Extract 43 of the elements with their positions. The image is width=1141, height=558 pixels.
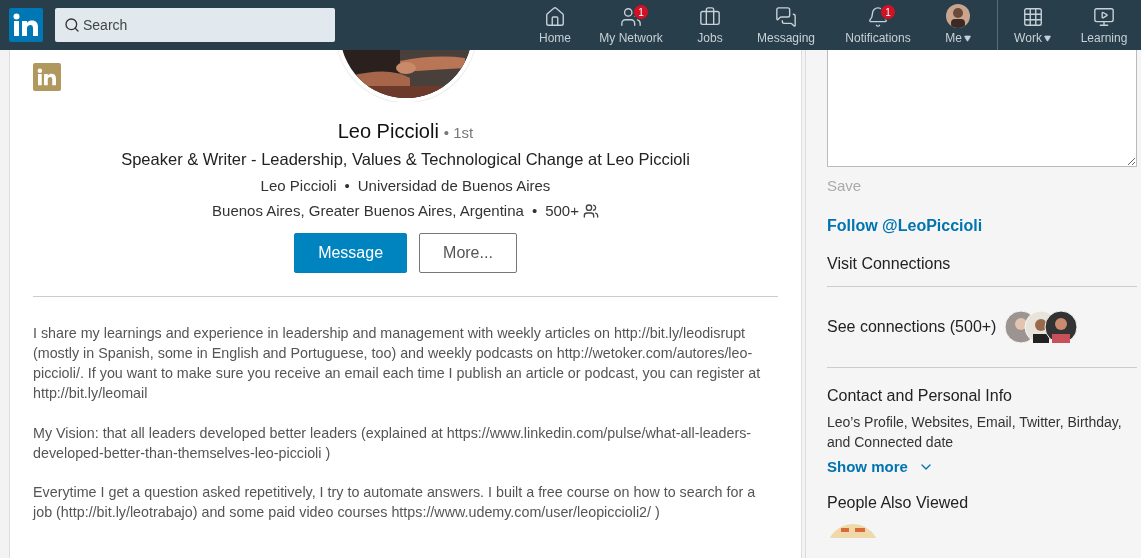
nav-item[interactable]: Learning xyxy=(1067,0,1141,50)
message-button[interactable]: Message xyxy=(294,233,408,273)
more-button[interactable]: More... xyxy=(419,233,517,273)
connection-degree: • 1st xyxy=(443,124,474,141)
about-paragraph: My Vision: that all leaders developed better leaders (explained at https://www.linkedin.com/pulse/what-all-leaders-developed-better-than-themselves-leo-piccioli ) xyxy=(33,423,753,463)
profile-name: Leo Piccioli xyxy=(337,120,439,143)
school-link[interactable]: Universidad de Buenos Aires xyxy=(357,177,551,194)
connection-count: 500+ xyxy=(545,202,579,219)
nav-item[interactable]: Me xyxy=(927,0,989,50)
follow-link[interactable]: Follow @LeoPiccioli xyxy=(827,217,983,235)
company-link[interactable]: Leo Piccioli xyxy=(260,177,337,194)
briefcase-icon xyxy=(699,6,721,28)
notification-badge: 1 xyxy=(633,4,649,20)
search-field[interactable]: Search xyxy=(55,8,335,42)
nav-item[interactable]: Jobs xyxy=(677,0,743,50)
separator-dot: • xyxy=(531,202,538,219)
about-paragraph: Everytime I get a question asked repetitively, I try to automate answers. I built a free course on how to search for a job (http://bit.ly/leotrabajo) and some paid video courses https://www.udemy.com/user/leopiccioli2/ ) xyxy=(33,483,757,522)
about-paragraph: I share my learnings and experience in leadership and management with weekly articles on http://bit.ly/leodisrupt (mostly in Spanish, some in English and Portuguese, too) and weekly podcasts on http://wetoker.com/autores/leo-piccioli/. If you want to make sure you receive an email each time I publish an article or podcast, you can register at http://bit.ly/leomail xyxy=(33,324,762,403)
profile-headline: Speaker & Writer - Leadership, Values & Technological Change at Leo Piccioli xyxy=(121,150,690,169)
home-icon xyxy=(544,6,566,28)
note-field[interactable] xyxy=(827,50,1137,167)
grid-icon xyxy=(1021,6,1044,28)
nav-item[interactable]: Messaging xyxy=(743,0,829,50)
section-title: Contact and Personal Info xyxy=(827,387,1013,405)
see-connections-link[interactable]: See connections (500+) xyxy=(827,318,997,336)
bell-icon xyxy=(867,6,889,28)
notification-badge: 1 xyxy=(880,4,896,20)
nav-item[interactable]: 1 My Network xyxy=(585,0,677,50)
search-icon xyxy=(64,17,80,33)
show-more-link[interactable]: Show more xyxy=(827,458,934,475)
chat-icon xyxy=(775,6,797,28)
profile-location: Buenos Aires, Greater Buenos Aires, Argentina xyxy=(212,202,524,219)
people-icon xyxy=(582,202,599,219)
contact-description: Leo’s Profile, Websites, Email, Twitter, Birthday, and Connected date xyxy=(827,413,1123,452)
section-title: People Also Viewed xyxy=(827,494,970,512)
separator-dot: • xyxy=(344,177,350,194)
avatar-icon xyxy=(946,4,970,28)
video-icon xyxy=(1093,6,1115,28)
visit-connections-link[interactable]: Visit Connections xyxy=(827,235,951,286)
logo-icon xyxy=(33,63,61,91)
nav-item[interactable]: Home xyxy=(525,0,585,50)
nav-item[interactable]: 1 Notifications xyxy=(829,0,927,50)
logo-icon[interactable] xyxy=(9,8,43,42)
